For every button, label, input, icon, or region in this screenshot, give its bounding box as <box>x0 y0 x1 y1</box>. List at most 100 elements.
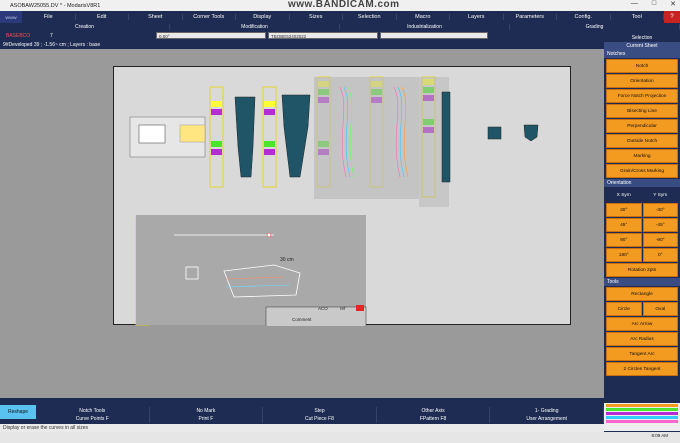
menu-parameters[interactable]: Parameters <box>504 14 557 20</box>
sketch-icon <box>138 124 166 144</box>
tab-modification[interactable]: Modification <box>170 24 340 30</box>
comment-label: Comment <box>292 317 312 322</box>
fpattern-button[interactable]: FPattern F8 <box>377 415 491 423</box>
print-button[interactable]: Print F <box>150 415 264 423</box>
legend-swatch <box>606 408 678 411</box>
pattern-pieces: 30 cm Comment ACO ref <box>129 76 539 328</box>
menu-tool[interactable]: Tool <box>611 14 664 20</box>
menu-config[interactable]: Config. <box>557 14 611 20</box>
legend-swatch <box>606 420 678 423</box>
curve-points-button[interactable]: Curve Points F <box>36 415 150 423</box>
status-text: 9#Developed 39 ; -1.56~ cm ; Layers : ba… <box>3 41 101 48</box>
menu-macro[interactable]: Macro <box>397 14 450 20</box>
label-icon <box>179 124 206 143</box>
cut-piece-button[interactable]: Cut Piece F8 <box>263 415 377 423</box>
legend-swatch <box>606 412 678 415</box>
force-notch-projection-button[interactable]: Force Notch Projection <box>606 89 678 103</box>
angle-90-button[interactable]: 90° <box>606 233 642 247</box>
menu-bar: WWW File Edit Sheet Corner Tools Display… <box>0 11 680 23</box>
two-circles-tangent-button[interactable]: 2 Circles Tangent <box>606 362 678 376</box>
fpattern-label: FPattern <box>419 416 440 422</box>
measure-label: 30 cm <box>280 257 294 263</box>
taskbar: 8:09 AM <box>0 432 680 443</box>
legend-swatch <box>606 404 678 407</box>
angle-0-button[interactable]: 0° <box>642 248 678 262</box>
grain-cross-marking-button[interactable]: Grain/Cross Marking <box>606 164 678 178</box>
help-button[interactable]: ? <box>664 11 680 23</box>
arc-arrow-button[interactable]: Arc Arrow <box>606 317 678 331</box>
selection-header[interactable]: Selection <box>604 34 680 42</box>
orientation-button[interactable]: Orientation <box>606 74 678 88</box>
angle-45-button[interactable]: 45° <box>606 218 642 232</box>
menu-corner-tools[interactable]: Corner Tools <box>183 14 236 20</box>
menu-layers[interactable]: Layers <box>450 14 504 20</box>
angle-field[interactable]: 0.00° <box>156 32 266 39</box>
notch-button[interactable]: Notch <box>606 59 678 73</box>
grading-button[interactable]: 1- Grading <box>490 407 604 415</box>
legend-swatch <box>606 416 678 419</box>
size-color-legend <box>604 403 680 431</box>
status-row: 9#Developed 39 ; -1.56~ cm ; Layers : ba… <box>0 40 604 49</box>
other-axis-button[interactable]: Other Axis <box>377 407 491 415</box>
tool-panel: Selection Current Sheet Notches Notch Or… <box>604 34 680 435</box>
current-sheet-header[interactable]: Current Sheet <box>604 42 680 50</box>
notches-label: Notches <box>607 51 626 57</box>
angle-neg90-button[interactable]: -90° <box>642 233 678 247</box>
oval-button[interactable]: Oval <box>642 302 678 316</box>
menu-sizes[interactable]: Sizes <box>290 14 343 20</box>
tool-category-row: Creation Modification Industrialization … <box>0 23 680 31</box>
angle-180-button[interactable]: 180° <box>606 248 642 262</box>
sheet-area[interactable]: 30 cm Comment ACO ref <box>113 66 571 328</box>
tab-creation[interactable]: Creation <box>0 24 170 30</box>
marking-button[interactable]: Marking <box>606 149 678 163</box>
angle-30-button[interactable]: 30° <box>606 203 642 217</box>
base-label: BASEBCO <box>6 32 31 39</box>
menu-selection[interactable]: Selection <box>343 14 397 20</box>
orientation-section[interactable]: Orientation <box>604 179 680 187</box>
rotation-2pts-button[interactable]: Rotation 2pts <box>606 263 678 277</box>
curve-points-label: Curve Points <box>75 416 105 422</box>
bisecting-line-button[interactable]: Bisecting Line <box>606 104 678 118</box>
angle-neg45-button[interactable]: -45° <box>642 218 678 232</box>
clock: 8:09 AM <box>651 433 668 438</box>
maximize-button[interactable]: □ <box>652 0 656 8</box>
tab-industrialization[interactable]: Industrialization <box>340 24 510 30</box>
tangent-arc-button[interactable]: Tangent Arc <box>606 347 678 361</box>
notches-section[interactable]: Notches <box>604 50 680 58</box>
base-value: 7 <box>50 32 53 39</box>
perpendicular-button[interactable]: Perpendicular <box>606 119 678 133</box>
menu-display[interactable]: Display <box>236 14 290 20</box>
bottom-toolbar: Reshape Notch Tools No Mark Step Other A… <box>0 398 604 424</box>
print-label: Print <box>198 416 209 422</box>
tools-section[interactable]: Tools <box>604 278 680 286</box>
rectangle-button[interactable]: Rectangle <box>606 287 678 301</box>
x-sym-button[interactable]: X Sym <box>606 188 642 202</box>
hint-bar: Display or erase the curves in all sizes <box>0 424 604 432</box>
menu-file[interactable]: File <box>22 14 76 20</box>
no-mark-button[interactable]: No Mark <box>150 407 264 415</box>
tab-grading[interactable]: Grading <box>510 24 680 30</box>
work-canvas[interactable]: 30 cm Comment ACO ref <box>0 49 604 398</box>
empty-field[interactable] <box>380 32 488 39</box>
piece-field[interactable]: TBOBE52402022 <box>268 32 378 39</box>
close-window-button[interactable]: ✕ <box>670 0 676 8</box>
window-titlebar: ASOBAW25055.DV * - ModarisV8R1 www.BANDI… <box>0 0 680 11</box>
arc-radius-button[interactable]: Arc Radius <box>606 332 678 346</box>
menu-sheet[interactable]: Sheet <box>129 14 183 20</box>
ref-label: ref <box>340 306 346 311</box>
orientation-label: Orientation <box>607 180 632 186</box>
minimize-button[interactable]: — <box>631 0 638 8</box>
circle-button[interactable]: Circle <box>606 302 642 316</box>
reshape-button[interactable]: Reshape <box>0 405 36 419</box>
cut-piece-key: F8 <box>328 416 334 422</box>
menu-edit[interactable]: Edit <box>76 14 129 20</box>
aco-label: ACO <box>318 306 328 311</box>
notch-tools-button[interactable]: Notch Tools <box>36 407 150 415</box>
parameter-row: BASEBCO 7 0.00° TBOBE52402022 <box>0 31 680 40</box>
user-arrangement-button[interactable]: User Arrangement <box>490 415 604 423</box>
y-sym-button[interactable]: Y Sym <box>642 188 678 202</box>
window-title: ASOBAW25055.DV * - ModarisV8R1 <box>10 2 101 9</box>
step-button[interactable]: Step <box>263 407 377 415</box>
outside-notch-button[interactable]: Outside Notch <box>606 134 678 148</box>
angle-neg30-button[interactable]: -30° <box>642 203 678 217</box>
